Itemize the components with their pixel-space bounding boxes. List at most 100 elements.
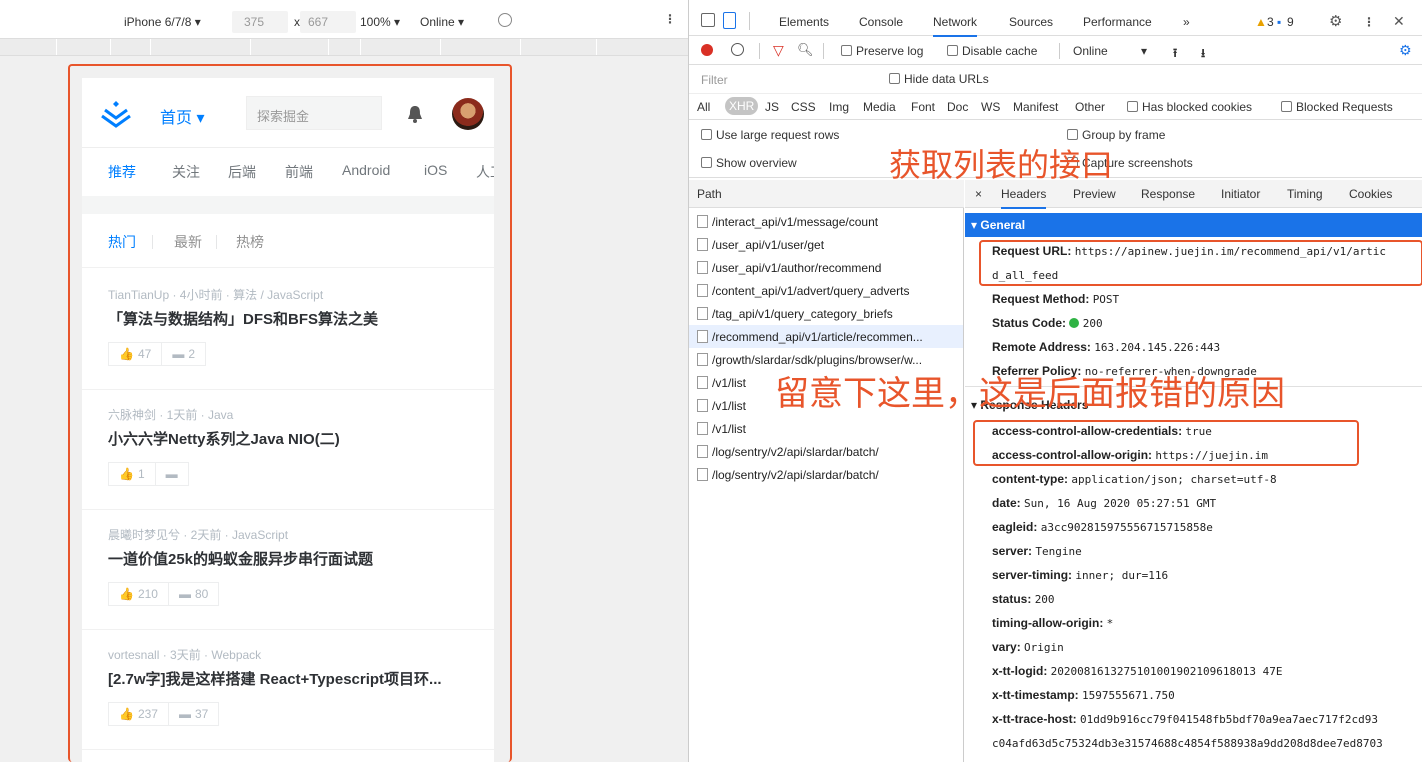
close-detail-icon[interactable]: × bbox=[975, 187, 982, 201]
type-css[interactable]: CSS bbox=[791, 100, 816, 114]
divider bbox=[1059, 43, 1060, 59]
type-manifest[interactable]: Manifest bbox=[1013, 100, 1058, 114]
import-har-icon[interactable]: ⭱ bbox=[1173, 44, 1177, 65]
hide-data-urls-checkbox[interactable]: Hide data URLs bbox=[889, 72, 989, 86]
network-throttle-select[interactable]: Online ▾ bbox=[420, 15, 464, 29]
record-icon[interactable] bbox=[701, 44, 713, 56]
inspect-element-icon[interactable] bbox=[701, 13, 715, 27]
network-settings-gear-icon[interactable]: ⚙ bbox=[1399, 42, 1412, 59]
device-select[interactable]: iPhone 6/7/8 ▾ bbox=[124, 15, 201, 29]
more-options-icon[interactable]: ⋮ bbox=[664, 12, 676, 26]
clear-icon[interactable] bbox=[731, 43, 744, 56]
request-row[interactable]: /interact_api/v1/message/count bbox=[697, 210, 878, 233]
header-value: 2020081613275101001902109618013 47E bbox=[1050, 665, 1283, 678]
type-xhr[interactable]: XHR bbox=[725, 97, 759, 115]
tab-elements[interactable]: Elements bbox=[779, 15, 829, 29]
blocked-requests-checkbox[interactable]: Blocked Requests bbox=[1281, 100, 1393, 114]
more-tabs[interactable]: » bbox=[1183, 15, 1190, 29]
header-key: server-timing: bbox=[992, 568, 1073, 582]
has-blocked-cookies-label: Has blocked cookies bbox=[1142, 100, 1253, 114]
search-icon[interactable]: 🔍︎ bbox=[797, 42, 814, 58]
type-other[interactable]: Other bbox=[1075, 100, 1105, 114]
throttle-select[interactable]: Online bbox=[1073, 44, 1108, 58]
request-detail: × Headers Preview Response Initiator Tim… bbox=[965, 180, 1422, 762]
tab-performance[interactable]: Performance bbox=[1083, 15, 1152, 29]
type-media[interactable]: Media bbox=[863, 100, 896, 114]
tab-sources[interactable]: Sources bbox=[1009, 15, 1053, 29]
filter-funnel-icon[interactable]: ▽ bbox=[773, 42, 784, 59]
message-icon[interactable]: ▪ bbox=[1277, 15, 1281, 29]
warning-icon[interactable]: ▲ bbox=[1255, 15, 1267, 29]
type-all[interactable]: All bbox=[697, 100, 710, 114]
request-row-selected[interactable]: /recommend_api/v1/article/recommen... bbox=[689, 325, 963, 348]
request-row[interactable]: /tag_api/v1/query_category_briefs bbox=[697, 302, 893, 325]
show-overview-checkbox[interactable]: Show overview bbox=[701, 156, 797, 170]
tab-response[interactable]: Response bbox=[1141, 187, 1195, 201]
path-header-label: Path bbox=[697, 187, 722, 201]
phone-highlight-box bbox=[68, 64, 512, 762]
divider bbox=[823, 43, 824, 59]
request-path: /v1/list bbox=[712, 421, 747, 436]
device-toggle-icon[interactable] bbox=[723, 12, 736, 29]
request-row[interactable]: /log/sentry/v2/api/slardar/batch/ bbox=[697, 463, 879, 486]
tab-network[interactable]: Network bbox=[933, 15, 978, 37]
tab-timing[interactable]: Timing bbox=[1287, 187, 1323, 201]
header-value: 1597555671.750 bbox=[1082, 689, 1175, 702]
request-row[interactable]: /v1/list bbox=[697, 417, 746, 440]
header-row: Status Code: 200 bbox=[992, 316, 1103, 330]
settings-gear-icon[interactable]: ⚙ bbox=[1329, 12, 1342, 30]
header-key: x-tt-timestamp: bbox=[992, 688, 1079, 702]
filter-input[interactable]: Filter bbox=[697, 70, 873, 90]
request-row[interactable]: /content_api/v1/advert/query_adverts bbox=[697, 279, 909, 302]
request-path: /recommend_api/v1/article/recommen... bbox=[712, 329, 923, 344]
export-har-icon[interactable]: ⭳ bbox=[1201, 44, 1205, 65]
large-rows-checkbox[interactable]: Use large request rows bbox=[701, 128, 839, 142]
close-icon[interactable]: ✕ bbox=[1393, 13, 1405, 30]
request-row[interactable]: /user_api/v1/user/get bbox=[697, 233, 824, 256]
filter-row: Filter Hide data URLs bbox=[689, 66, 1422, 94]
header-key: x-tt-trace-host: bbox=[992, 712, 1077, 726]
tab-headers[interactable]: Headers bbox=[1001, 187, 1047, 209]
header-value: Sun, 16 Aug 2020 05:27:51 GMT bbox=[1024, 497, 1217, 510]
resource-type-filters: All XHR JS CSS Img Media Font Doc WS Man… bbox=[689, 94, 1422, 120]
type-ws[interactable]: WS bbox=[981, 100, 1000, 114]
blocked-requests-label: Blocked Requests bbox=[1296, 100, 1393, 114]
request-row[interactable]: /v1/list bbox=[697, 394, 746, 417]
tab-console[interactable]: Console bbox=[859, 15, 903, 29]
type-js[interactable]: JS bbox=[765, 100, 779, 114]
header-row: content-type: application/json; charset=… bbox=[992, 472, 1277, 486]
header-value: 01dd9b916cc79f041548fb5bdf70a9ea7aec717f… bbox=[1080, 713, 1379, 726]
rotate-icon[interactable] bbox=[498, 13, 512, 27]
type-img[interactable]: Img bbox=[829, 100, 849, 114]
request-row[interactable]: /v1/list bbox=[697, 371, 746, 394]
disable-cache-checkbox[interactable]: Disable cache bbox=[947, 44, 1037, 58]
request-row[interactable]: /log/sentry/v2/api/slardar/batch/ bbox=[697, 440, 879, 463]
hide-data-urls-label: Hide data URLs bbox=[904, 72, 989, 86]
preserve-log-label: Preserve log bbox=[856, 44, 924, 58]
has-blocked-cookies-checkbox[interactable]: Has blocked cookies bbox=[1127, 100, 1252, 114]
height-input[interactable]: 667 bbox=[300, 11, 356, 33]
header-row: timing-allow-origin: * bbox=[992, 616, 1113, 630]
preserve-log-checkbox[interactable]: Preserve log bbox=[841, 44, 923, 58]
divider bbox=[759, 43, 760, 59]
request-path: /log/sentry/v2/api/slardar/batch/ bbox=[712, 444, 879, 459]
header-row: date: Sun, 16 Aug 2020 05:27:51 GMT bbox=[992, 496, 1216, 510]
tab-initiator[interactable]: Initiator bbox=[1221, 187, 1260, 201]
header-row: c04afd63d5c75324db3e31574688c4854f588938… bbox=[992, 736, 1383, 750]
request-path: /growth/slardar/sdk/plugins/browser/w... bbox=[712, 352, 923, 367]
throttle-caret-icon[interactable]: ▾ bbox=[1141, 44, 1147, 58]
file-icon bbox=[697, 215, 708, 228]
file-icon bbox=[697, 353, 708, 366]
tab-cookies[interactable]: Cookies bbox=[1349, 187, 1392, 201]
general-section-header[interactable]: ▾ General bbox=[965, 213, 1422, 237]
tab-preview[interactable]: Preview bbox=[1073, 187, 1116, 201]
more-menu-icon[interactable]: ⋮ bbox=[1363, 15, 1375, 29]
type-doc[interactable]: Doc bbox=[947, 100, 968, 114]
header-value: * bbox=[1106, 617, 1114, 630]
type-font[interactable]: Font bbox=[911, 100, 935, 114]
large-rows-label: Use large request rows bbox=[716, 128, 840, 142]
zoom-select[interactable]: 100% ▾ bbox=[360, 15, 400, 29]
request-row[interactable]: /user_api/v1/author/recommend bbox=[697, 256, 881, 279]
header-row: Request Method: POST bbox=[992, 292, 1119, 306]
width-input[interactable]: 375 bbox=[232, 11, 288, 33]
